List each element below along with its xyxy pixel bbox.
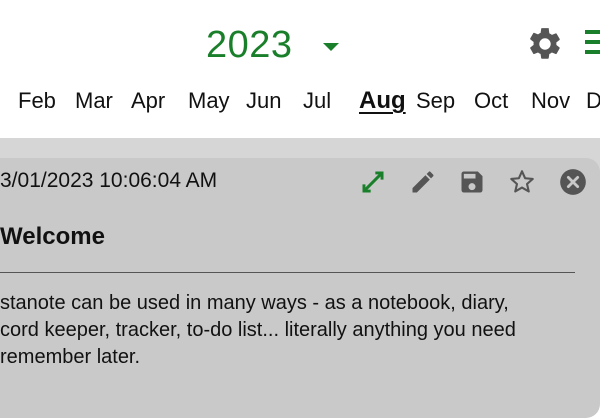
- calendar-header: 2023 Feb Mar Apr May Jun Jul Aug Sep Oct…: [0, 0, 600, 138]
- month-strip: Feb Mar Apr May Jun Jul Aug Sep Oct Nov …: [0, 86, 600, 120]
- month-tab[interactable]: Jul: [303, 86, 331, 116]
- note-title: Welcome: [0, 223, 105, 250]
- year-dropdown-icon[interactable]: [322, 43, 339, 51]
- menu-icon[interactable]: [585, 30, 600, 58]
- month-tab[interactable]: Nov: [531, 86, 570, 116]
- note-body-line: stanote can be used in many ways - as a …: [0, 292, 509, 314]
- expand-icon[interactable]: [359, 168, 387, 196]
- month-tab[interactable]: D: [586, 86, 600, 116]
- month-tab[interactable]: Feb: [18, 86, 56, 116]
- title-divider: [0, 272, 575, 273]
- month-tab[interactable]: May: [188, 86, 230, 116]
- month-tab[interactable]: Oct: [474, 86, 508, 116]
- gear-icon[interactable]: [526, 25, 564, 63]
- save-icon[interactable]: [458, 168, 486, 196]
- note-body-line: cord keeper, tracker, to-do list... lite…: [0, 319, 516, 341]
- month-tab[interactable]: Mar: [75, 86, 113, 116]
- month-tab[interactable]: Jun: [246, 86, 281, 116]
- note-timestamp: 3/01/2023 10:06:04 AM: [0, 169, 218, 192]
- pencil-icon[interactable]: [409, 168, 437, 196]
- note-card[interactable]: [0, 158, 600, 418]
- year-label[interactable]: 2023: [206, 22, 293, 68]
- close-icon[interactable]: [559, 168, 587, 196]
- star-icon[interactable]: [508, 168, 536, 196]
- year-selector[interactable]: 2023: [206, 22, 339, 68]
- month-tab[interactable]: Sep: [416, 86, 455, 116]
- note-body-line: remember later.: [0, 346, 141, 368]
- month-tab[interactable]: Apr: [131, 86, 165, 116]
- note-body[interactable]: stanote can be used in many ways - as a …: [0, 290, 600, 371]
- month-tab-active[interactable]: Aug: [359, 86, 406, 116]
